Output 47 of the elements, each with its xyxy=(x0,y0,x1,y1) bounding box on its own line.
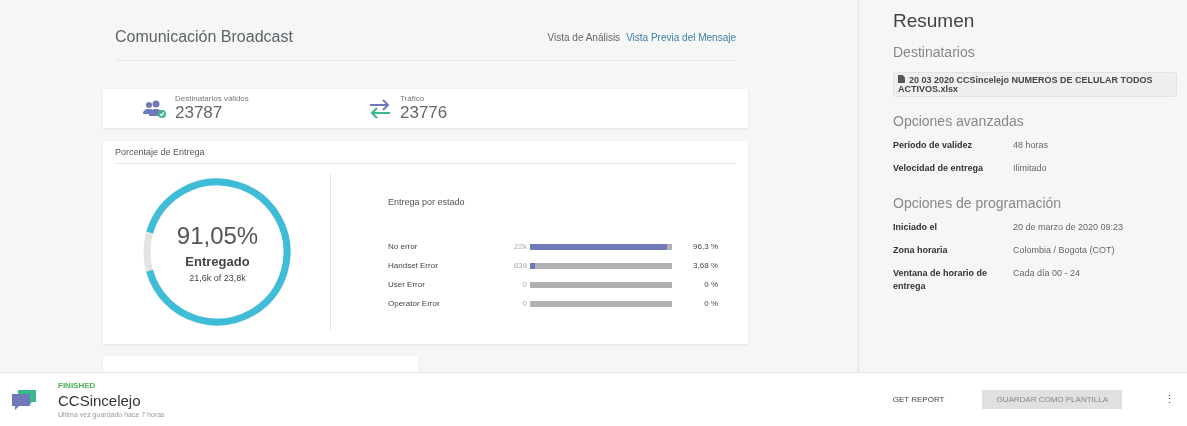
section-title: Destinatarios xyxy=(893,44,976,60)
stat-label: Destinatarios válidos xyxy=(175,94,249,104)
file-chip: 20 03 2020 CCSincelejo NUMEROS DE CELULAR TODOS ACTIVOS.xlsx xyxy=(893,72,1177,97)
status-count: 0 xyxy=(521,280,528,290)
option-label: Período de validez xyxy=(893,139,974,152)
status-title: Entrega por estado xyxy=(388,197,466,208)
campaign-name: CCSincelejo xyxy=(58,392,142,409)
section-title: Opciones avanzadas xyxy=(893,113,1025,129)
option-label: Ventana de horario de entrega xyxy=(893,267,989,294)
option-value: 20 de marzo de 2020 09:23 xyxy=(1013,221,1125,235)
status-percent: 96,3 % xyxy=(692,242,718,252)
more-menu-button[interactable]: ⋮ xyxy=(1162,393,1177,406)
status-name: No error xyxy=(388,242,419,252)
stat-value: 23776 xyxy=(400,103,448,124)
option-label: Zona horaria xyxy=(893,244,949,258)
section-title: Opciones de programación xyxy=(893,195,1063,212)
page-title: Comunicación Broadcast xyxy=(115,28,293,46)
status-percent: 0 % xyxy=(703,299,718,309)
status-count: 22k xyxy=(513,242,528,252)
card-title: Porcentaje de Entrega xyxy=(115,141,736,165)
option-value: 48 horas xyxy=(1013,139,1050,152)
option-label: Velocidad de entrega xyxy=(893,162,985,176)
status-percent: 3,68 % xyxy=(692,261,718,271)
status-count: 839 xyxy=(512,261,528,271)
get-report-button[interactable]: GET REPORT xyxy=(886,394,951,405)
stat-value: 23787 xyxy=(175,103,224,124)
view-link[interactable]: Vista Previa del Mensaje xyxy=(626,31,736,43)
option-value: Ilimitado xyxy=(1013,162,1048,176)
status-name: Handset Error xyxy=(388,261,439,271)
status-name: User Error xyxy=(388,280,426,290)
delivery-caption: Entregado xyxy=(185,253,250,269)
option-label: Iniciado el xyxy=(893,221,938,235)
swap-arrows-icon xyxy=(368,97,392,120)
delivery-count: 21,6k of 23,8k xyxy=(189,272,246,283)
status-name: Operator Error xyxy=(388,299,441,309)
status-label: FINISHED xyxy=(58,381,97,390)
status-percent: 0 % xyxy=(703,280,718,290)
users-check-icon xyxy=(143,99,167,118)
delivery-percent: 91,05% xyxy=(176,221,259,250)
option-value: Cada día 00 - 24 xyxy=(1013,267,1082,281)
view-link[interactable]: Vista de Análisis xyxy=(547,31,621,43)
file-icon xyxy=(898,75,905,83)
option-value: Colombia / Bogota (COT) xyxy=(1013,244,1116,258)
chat-bubbles-icon xyxy=(10,387,38,412)
summary-title: Resumen xyxy=(893,10,976,32)
stat-label: Tráfico xyxy=(400,94,426,104)
status-count: 0 xyxy=(521,299,528,309)
